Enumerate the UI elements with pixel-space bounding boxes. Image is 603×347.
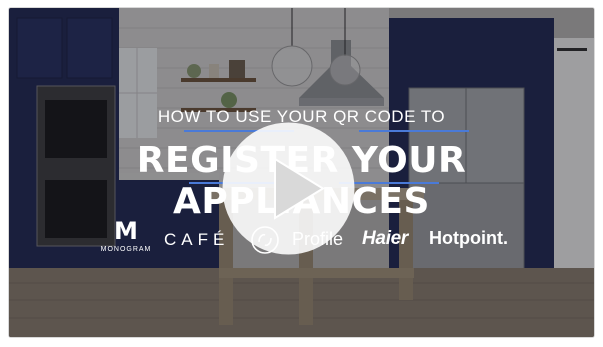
cafe-logo: CAFÉ xyxy=(164,230,230,249)
monogram-wordmark: MONOGRAM xyxy=(100,246,152,253)
hotpoint-logo: Hotpoint. xyxy=(429,228,508,248)
play-icon[interactable] xyxy=(221,121,356,256)
accent-rule xyxy=(359,130,469,132)
monogram-mark: M xyxy=(114,217,138,245)
haier-logo: Haier xyxy=(362,228,409,249)
monogram-logo: M MONOGRAM xyxy=(99,217,153,253)
video-thumbnail[interactable]: HOW TO USE YOUR QR CODE TO REGISTER YOUR… xyxy=(9,8,594,337)
